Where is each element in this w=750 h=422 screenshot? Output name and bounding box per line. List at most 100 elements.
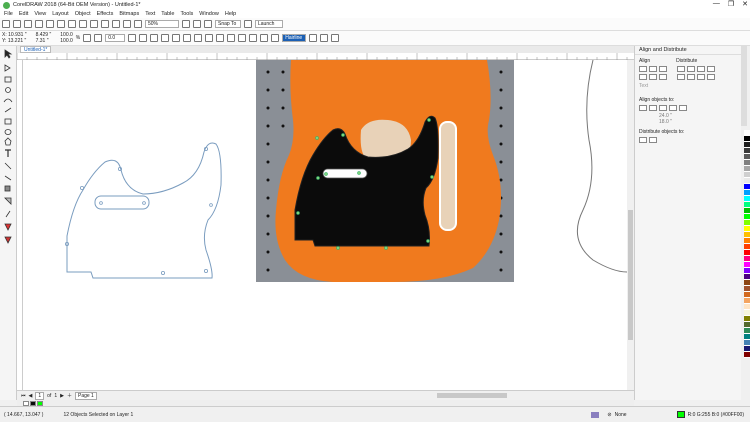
import-icon[interactable] xyxy=(112,20,120,28)
page-1-tab[interactable]: Page 1 xyxy=(74,391,97,400)
vertical-scrollbar[interactable] xyxy=(627,60,634,390)
align-left-icon[interactable] xyxy=(639,66,647,72)
new-document-icon[interactable] xyxy=(2,20,10,28)
back-minus-front-icon[interactable] xyxy=(238,34,247,42)
no-fill-icon[interactable]: ⊘ xyxy=(607,412,611,418)
outline-pen-icon[interactable] xyxy=(271,34,280,42)
specified-point-icon[interactable] xyxy=(679,105,687,111)
fill-indicator-icon[interactable] xyxy=(591,411,600,418)
height-field[interactable]: 7.31 " xyxy=(36,38,52,44)
tab-untitled-1[interactable]: Untitled-1* xyxy=(20,46,52,53)
outline-width-select[interactable]: Hairline xyxy=(282,34,307,42)
page-edge-icon[interactable] xyxy=(649,105,657,111)
menu-bitmaps[interactable]: Bitmaps xyxy=(119,11,139,17)
search-content-icon[interactable] xyxy=(101,20,109,28)
y-position-field[interactable]: Y: 13.221 " xyxy=(2,38,27,44)
outline-color-swatch[interactable] xyxy=(676,411,685,418)
drawing-canvas[interactable] xyxy=(23,60,627,390)
undo-icon[interactable] xyxy=(79,20,87,28)
distribute-spacing-v-icon[interactable] xyxy=(707,74,715,80)
distribute-right-icon[interactable] xyxy=(697,66,705,72)
extent-of-selection-icon[interactable] xyxy=(639,137,647,143)
open-icon[interactable] xyxy=(13,20,21,28)
distribute-middle-icon[interactable] xyxy=(687,74,695,80)
weld-icon[interactable] xyxy=(183,34,192,42)
publish-pdf-icon[interactable] xyxy=(134,20,142,28)
align-right-icon[interactable] xyxy=(659,66,667,72)
vertical-scroll-thumb[interactable] xyxy=(628,210,633,340)
launch-dropdown[interactable]: Launch xyxy=(255,20,283,28)
docker-side-tabs[interactable] xyxy=(741,46,747,126)
prev-page-button[interactable]: ◀ xyxy=(29,393,33,399)
to-back-icon[interactable] xyxy=(320,34,329,42)
copy-icon[interactable] xyxy=(57,20,65,28)
align-center-v-icon[interactable] xyxy=(649,74,657,80)
paste-icon[interactable] xyxy=(68,20,76,28)
show-rulers-icon[interactable] xyxy=(193,20,201,28)
mirror-vertical-icon[interactable] xyxy=(139,34,148,42)
save-icon[interactable] xyxy=(24,20,32,28)
print-icon[interactable] xyxy=(35,20,43,28)
align-center-h-icon[interactable] xyxy=(649,66,657,72)
mirror-horizontal-icon[interactable] xyxy=(128,34,137,42)
current-page-number[interactable]: 1 xyxy=(35,391,45,400)
menu-table[interactable]: Table xyxy=(161,11,174,17)
menu-help[interactable]: Help xyxy=(225,11,236,17)
menu-tools[interactable]: Tools xyxy=(180,11,193,17)
show-grid-icon[interactable] xyxy=(204,20,212,28)
ungroup-icon[interactable] xyxy=(161,34,170,42)
boundary-icon[interactable] xyxy=(249,34,258,42)
to-front-icon[interactable] xyxy=(309,34,318,42)
combine-icon[interactable] xyxy=(172,34,181,42)
scale-height-field[interactable]: 100.0 xyxy=(60,38,73,44)
group-icon[interactable] xyxy=(150,34,159,42)
quick-customize-icon[interactable] xyxy=(331,34,340,42)
simplify-icon[interactable] xyxy=(216,34,225,42)
full-screen-icon[interactable] xyxy=(182,20,190,28)
align-top-icon[interactable] xyxy=(639,74,647,80)
menu-text[interactable]: Text xyxy=(145,11,155,17)
menu-file[interactable]: File xyxy=(4,11,13,17)
align-distribute-icon[interactable] xyxy=(260,34,269,42)
zoom-level-select[interactable]: 50% xyxy=(145,20,179,28)
options-gear-icon[interactable] xyxy=(244,20,252,28)
palette-chip-black[interactable] xyxy=(30,400,36,406)
first-page-button[interactable]: ⏮ xyxy=(21,393,26,399)
rotation-field[interactable]: 0.0 xyxy=(105,34,126,42)
distribute-center-icon[interactable] xyxy=(687,66,695,72)
grid-icon[interactable] xyxy=(669,105,677,111)
distribute-left-icon[interactable] xyxy=(677,66,685,72)
front-minus-back-icon[interactable] xyxy=(227,34,236,42)
active-objects-icon[interactable] xyxy=(639,105,647,111)
cut-icon[interactable] xyxy=(46,20,54,28)
align-bottom-icon[interactable] xyxy=(659,74,667,80)
next-page-button[interactable]: ▶ xyxy=(60,393,64,399)
maximize-button[interactable]: ❐ xyxy=(728,0,734,8)
menu-layout[interactable]: Layout xyxy=(52,11,69,17)
distribute-spacing-h-icon[interactable] xyxy=(707,66,715,72)
redo-icon[interactable] xyxy=(90,20,98,28)
intersect-icon[interactable] xyxy=(205,34,214,42)
menu-effects[interactable]: Effects xyxy=(97,11,114,17)
menu-window[interactable]: Window xyxy=(199,11,219,17)
horizontal-scroll-thumb[interactable] xyxy=(437,393,507,398)
distribute-top-icon[interactable] xyxy=(677,74,685,80)
add-page-button[interactable]: ＋ xyxy=(67,392,72,399)
offset-y-field[interactable]: 18.0 " xyxy=(659,119,741,125)
horizontal-ruler[interactable] xyxy=(16,53,634,60)
page-center-icon[interactable] xyxy=(659,105,667,111)
distribute-bottom-icon[interactable] xyxy=(697,74,705,80)
menu-edit[interactable]: Edit xyxy=(19,11,28,17)
extent-of-page-icon[interactable] xyxy=(649,137,657,143)
palette-swatch[interactable] xyxy=(744,352,750,358)
trim-icon[interactable] xyxy=(194,34,203,42)
palette-chip-none[interactable] xyxy=(23,400,29,406)
minimize-button[interactable]: — xyxy=(713,0,720,8)
menu-view[interactable]: View xyxy=(34,11,46,17)
palette-chip-green[interactable] xyxy=(37,400,43,406)
close-button[interactable]: ✕ xyxy=(742,0,748,8)
export-icon[interactable] xyxy=(123,20,131,28)
lock-ratio-icon[interactable] xyxy=(83,34,92,42)
menu-object[interactable]: Object xyxy=(75,11,91,17)
snap-to-dropdown[interactable]: Snap To xyxy=(215,20,241,28)
